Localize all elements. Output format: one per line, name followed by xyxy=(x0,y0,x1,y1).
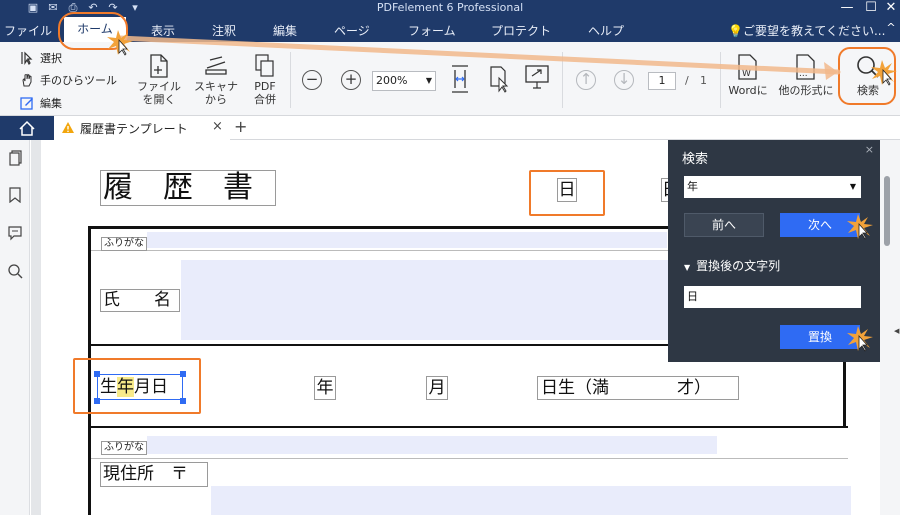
previous-match-button[interactable]: 前へ xyxy=(684,213,764,237)
resume-title[interactable]: 履 歴 書 xyxy=(100,170,276,206)
replace-input[interactable]: 日 xyxy=(684,286,861,308)
bookmark-icon[interactable] xyxy=(7,187,23,203)
sidebar-search-icon[interactable] xyxy=(7,263,23,279)
document-tab[interactable]: 履歴書テンプレート × xyxy=(54,116,230,140)
furigana-name-field[interactable] xyxy=(147,232,667,248)
search-query-input[interactable]: 年 ▼ xyxy=(684,176,861,198)
click-burst-icon xyxy=(847,214,873,240)
click-burst-icon xyxy=(107,30,133,56)
tab-bar: 履歴書テンプレート × + xyxy=(0,116,900,140)
search-panel-title: 検索 xyxy=(682,152,709,167)
comment-icon[interactable] xyxy=(7,225,23,241)
birth-month-label[interactable]: 月 xyxy=(426,376,448,400)
collapse-triangle-icon: ▼ xyxy=(684,263,691,272)
click-burst-icon xyxy=(871,60,897,86)
address-field[interactable] xyxy=(211,486,851,515)
add-tab-button[interactable]: + xyxy=(234,117,247,136)
birth-year-label[interactable]: 年 xyxy=(314,376,336,400)
address-label[interactable]: 現住所 〒 xyxy=(100,462,208,487)
furigana-label: ふりがな xyxy=(101,237,147,251)
name-label[interactable]: 氏 名 xyxy=(100,289,180,312)
home-icon xyxy=(19,120,35,136)
document-tab-label: 履歴書テンプレート xyxy=(80,122,188,136)
replace-section-toggle[interactable]: ▼ 置換後の文字列 xyxy=(684,257,780,274)
scroll-thumb[interactable] xyxy=(884,176,890,246)
warning-icon xyxy=(62,122,74,133)
panel-expand-icon[interactable]: ◀ xyxy=(894,327,899,335)
vertical-scrollbar[interactable]: ◀ xyxy=(880,140,900,515)
click-burst-icon xyxy=(847,326,873,352)
search-panel-close-icon[interactable]: × xyxy=(865,143,874,156)
thumbnails-icon[interactable] xyxy=(7,150,23,166)
furigana-label: ふりがな xyxy=(101,441,147,455)
furigana-address-field[interactable] xyxy=(147,436,717,454)
found-text-highlight xyxy=(529,170,605,216)
chevron-down-icon[interactable]: ▼ xyxy=(850,176,856,198)
furigana-divider xyxy=(91,458,848,459)
name-field[interactable] xyxy=(181,260,671,340)
birth-age-label[interactable]: 日生（満 才） xyxy=(537,376,739,400)
left-sidebar: ▶ xyxy=(0,140,37,515)
selected-field-highlight xyxy=(73,358,201,414)
row-divider xyxy=(88,426,848,428)
tab-close-icon[interactable]: × xyxy=(212,119,223,134)
home-tab[interactable] xyxy=(0,116,54,140)
